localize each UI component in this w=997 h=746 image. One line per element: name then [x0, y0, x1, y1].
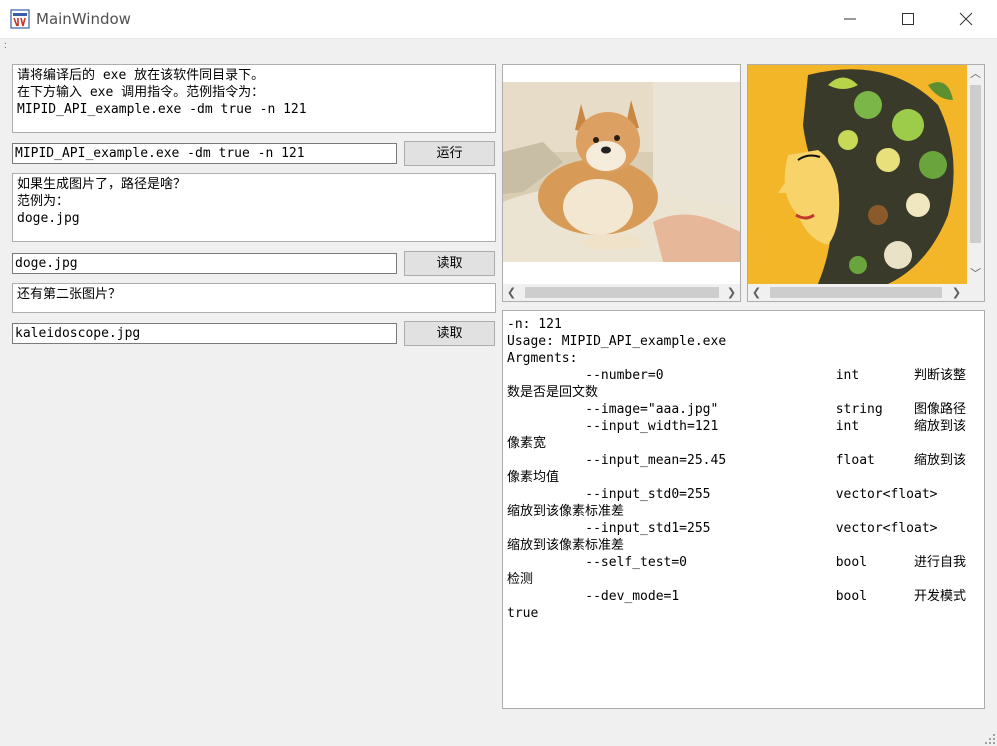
image2-vscroll-thumb[interactable]	[970, 85, 981, 243]
console-line: --image="aaa.jpg" string 图像路径	[507, 402, 966, 417]
console-line: --input_std1=255 vector<float>	[507, 521, 938, 536]
read-image2-button[interactable]: 读取	[404, 321, 495, 346]
doge-image	[503, 82, 740, 262]
image2-vertical-scrollbar[interactable]: ︿ ﹀	[967, 65, 984, 284]
command-input[interactable]: MIPID_API_example.exe -dm true -n 121	[12, 143, 397, 164]
console-output[interactable]: -n: 121 Usage: MIPID_API_example.exe Arg…	[502, 310, 985, 709]
console-line: 像素宽	[507, 436, 547, 451]
image-path-hint-textbox[interactable]: 如果生成图片了，路径是啥？ 范例为： doge.jpg	[12, 173, 496, 242]
image1-scroll-area[interactable]: ❮ ❯	[502, 64, 741, 302]
close-icon	[959, 12, 973, 26]
console-line: --dev_mode=1 bool 开发模式	[507, 589, 966, 604]
console-line: --number=0 int 判断该整	[507, 368, 966, 383]
image2-horizontal-scrollbar[interactable]: ❮ ❯	[748, 284, 967, 301]
size-grip-icon[interactable]	[985, 734, 995, 744]
close-button[interactable]	[937, 0, 995, 38]
maximize-icon	[902, 13, 914, 25]
console-line: 数是否是回文数	[507, 385, 599, 400]
scroll-left-icon[interactable]: ❮	[748, 284, 765, 301]
app-icon	[10, 9, 30, 29]
minimize-button[interactable]	[821, 0, 879, 38]
console-line: -n: 121	[507, 317, 562, 332]
image1-horizontal-scrollbar[interactable]: ❮ ❯	[503, 284, 740, 301]
console-line: 缩放到该像素标准差	[507, 538, 625, 553]
second-image-hint-textbox[interactable]: 还有第二张图片？	[12, 283, 496, 313]
console-line: 检测	[507, 572, 534, 587]
scroll-up-icon[interactable]: ︿	[967, 65, 984, 82]
console-line: true	[507, 606, 539, 621]
console-line: --input_std0=255 vector<float>	[507, 487, 938, 502]
console-line: Usage: MIPID_API_example.exe	[507, 334, 727, 349]
console-line: 缩放到该像素标准差	[507, 504, 625, 519]
scroll-corner	[967, 284, 984, 301]
title-bar: MainWindow	[0, 0, 997, 39]
console-line: 像素均值	[507, 470, 560, 485]
run-button[interactable]: 运行	[404, 141, 495, 166]
console-line: --input_width=121 int 缩放到该	[507, 419, 966, 434]
scroll-left-icon[interactable]: ❮	[503, 284, 520, 301]
image2-scroll-thumb[interactable]	[770, 287, 942, 298]
scroll-right-icon[interactable]: ❯	[948, 284, 965, 301]
read-image1-button[interactable]: 读取	[404, 251, 495, 276]
toolbar-grip[interactable]: · ·	[3, 40, 8, 52]
image2-path-input[interactable]: kaleidoscope.jpg	[12, 323, 397, 344]
kaleidoscope-image	[748, 65, 968, 284]
minimize-icon	[844, 18, 856, 20]
image1-scroll-thumb[interactable]	[525, 287, 719, 298]
instructions-textbox[interactable]: 请将编译后的 exe 放在该软件同目录下。 在下方输入 exe 调用指令。范例指…	[12, 64, 496, 133]
console-line: --input_mean=25.45 float 缩放到该	[507, 453, 966, 468]
console-line: --self_test=0 bool 进行自我	[507, 555, 966, 570]
window-title: MainWindow	[36, 10, 131, 28]
image2-scroll-area[interactable]: ︿ ﹀ ❮ ❯	[747, 64, 985, 302]
scroll-right-icon[interactable]: ❯	[723, 284, 740, 301]
scroll-down-icon[interactable]: ﹀	[967, 265, 984, 282]
console-line: Argments:	[507, 351, 578, 366]
image1-path-input[interactable]: doge.jpg	[12, 253, 397, 274]
maximize-button[interactable]	[879, 0, 937, 38]
